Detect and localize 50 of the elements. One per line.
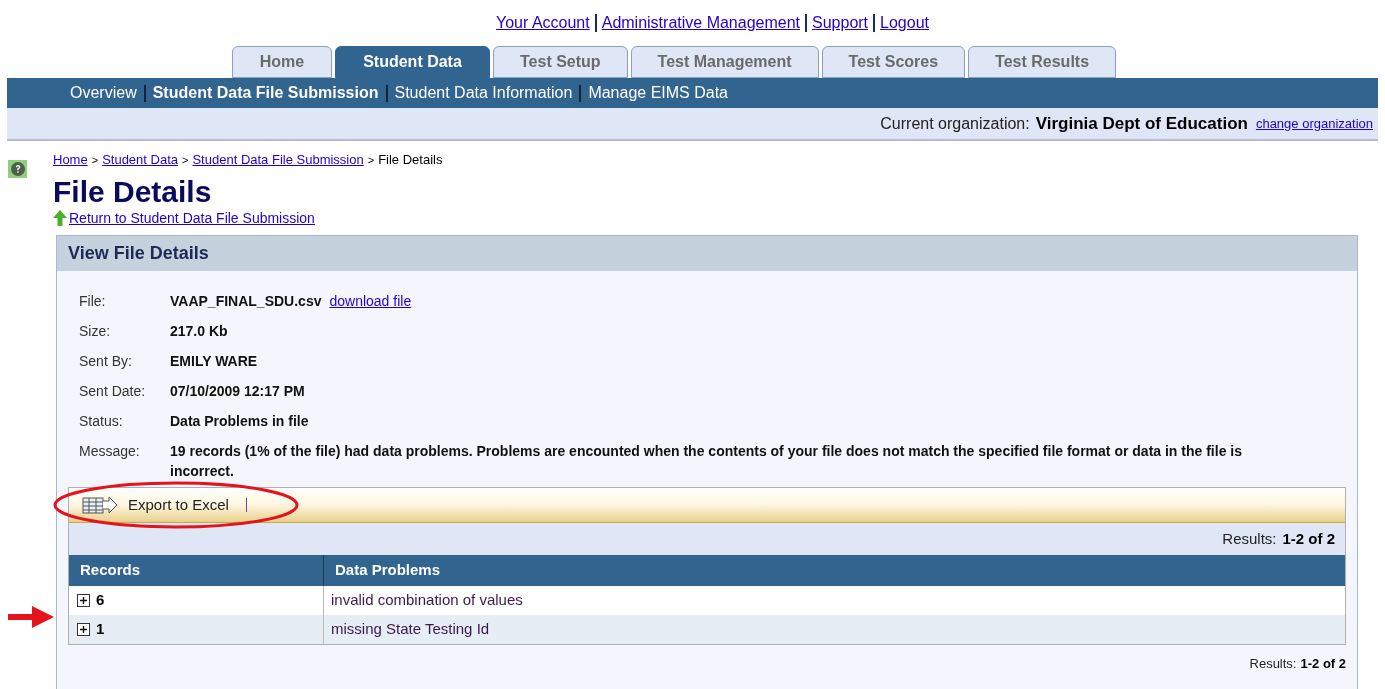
detail-label: Sent By: bbox=[79, 352, 133, 371]
results-label: Results: bbox=[1249, 655, 1297, 673]
nav-tab[interactable]: Home bbox=[232, 46, 332, 78]
top-nav-link[interactable]: Administrative Management bbox=[601, 10, 800, 35]
breadcrumb-link[interactable]: Student Data File Submission bbox=[192, 150, 364, 170]
sub-nav-link[interactable]: Overview bbox=[70, 81, 137, 105]
top-nav-link[interactable]: Your Account bbox=[496, 10, 590, 35]
results-range: 1-2 of 2 bbox=[1282, 528, 1335, 549]
breadcrumb-link[interactable]: Home bbox=[53, 150, 88, 170]
records-cell-text: 6 bbox=[96, 590, 105, 611]
detail-label: File: bbox=[79, 292, 107, 311]
nav-tab[interactable]: Test Results bbox=[968, 46, 1117, 78]
breadcrumb-link[interactable]: Student Data bbox=[102, 150, 178, 170]
detail-value: Data Problems in file bbox=[170, 412, 309, 431]
top-nav-link[interactable]: Logout bbox=[880, 10, 929, 35]
results-range: 1-2 of 2 bbox=[1300, 655, 1346, 673]
detail-label: Sent Date: bbox=[79, 382, 147, 401]
detail-value: EMILY WARE bbox=[170, 352, 258, 371]
top-nav-link[interactable]: Support bbox=[812, 10, 869, 35]
detail-label: Size: bbox=[79, 322, 112, 341]
detail-value: VAAP_FINAL_SDU.csv bbox=[170, 292, 322, 311]
detail-value: 217.0 Kb bbox=[170, 322, 228, 341]
column-header: Records bbox=[69, 555, 324, 586]
sub-nav-link[interactable]: Student Data File Submission bbox=[152, 81, 379, 105]
panel-header: View File Details bbox=[57, 236, 1357, 271]
breadcrumb-separator: > bbox=[91, 152, 99, 168]
detail-value: 19 records (1% of the file) had data problems. Problems are encounted when the contents of your file does not match the specified file format or data in the file is incorrect. bbox=[170, 442, 1243, 481]
detail-value: 07/10/2009 12:17 PM bbox=[170, 382, 305, 401]
nav-tab[interactable]: Test Scores bbox=[821, 46, 966, 78]
change-organization-link[interactable]: change organization bbox=[1255, 113, 1373, 134]
data-problem-cell: invalid combination of values bbox=[324, 586, 1345, 615]
results-label: Results: bbox=[1222, 528, 1277, 549]
detail-label: Message: bbox=[79, 442, 141, 461]
records-cell-text: 1 bbox=[96, 619, 105, 640]
sub-nav-link[interactable]: Student Data Information bbox=[394, 81, 573, 105]
download-file-link[interactable]: download file bbox=[329, 291, 412, 311]
detail-label: Status: bbox=[79, 412, 124, 431]
breadcrumb-separator: > bbox=[367, 152, 375, 168]
page-title: File Details bbox=[53, 175, 213, 209]
nav-tab[interactable]: Test Setup bbox=[493, 46, 628, 78]
data-problem-cell: missing State Testing Id bbox=[324, 615, 1345, 644]
breadcrumb-separator: > bbox=[182, 152, 189, 168]
nav-tab[interactable]: Student Data bbox=[335, 46, 490, 78]
return-link[interactable]: Return to Student Data File Submission bbox=[69, 207, 315, 229]
breadcrumb-current: File Details bbox=[378, 151, 443, 170]
organization-label: Current organization: bbox=[880, 113, 1030, 134]
column-header: Data Problems bbox=[324, 555, 1345, 586]
organization-name: Virginia Dept of Education bbox=[1035, 112, 1248, 135]
nav-tab[interactable]: Test Management bbox=[630, 46, 819, 78]
sub-nav-link[interactable]: Manage EIMS Data bbox=[588, 81, 728, 105]
